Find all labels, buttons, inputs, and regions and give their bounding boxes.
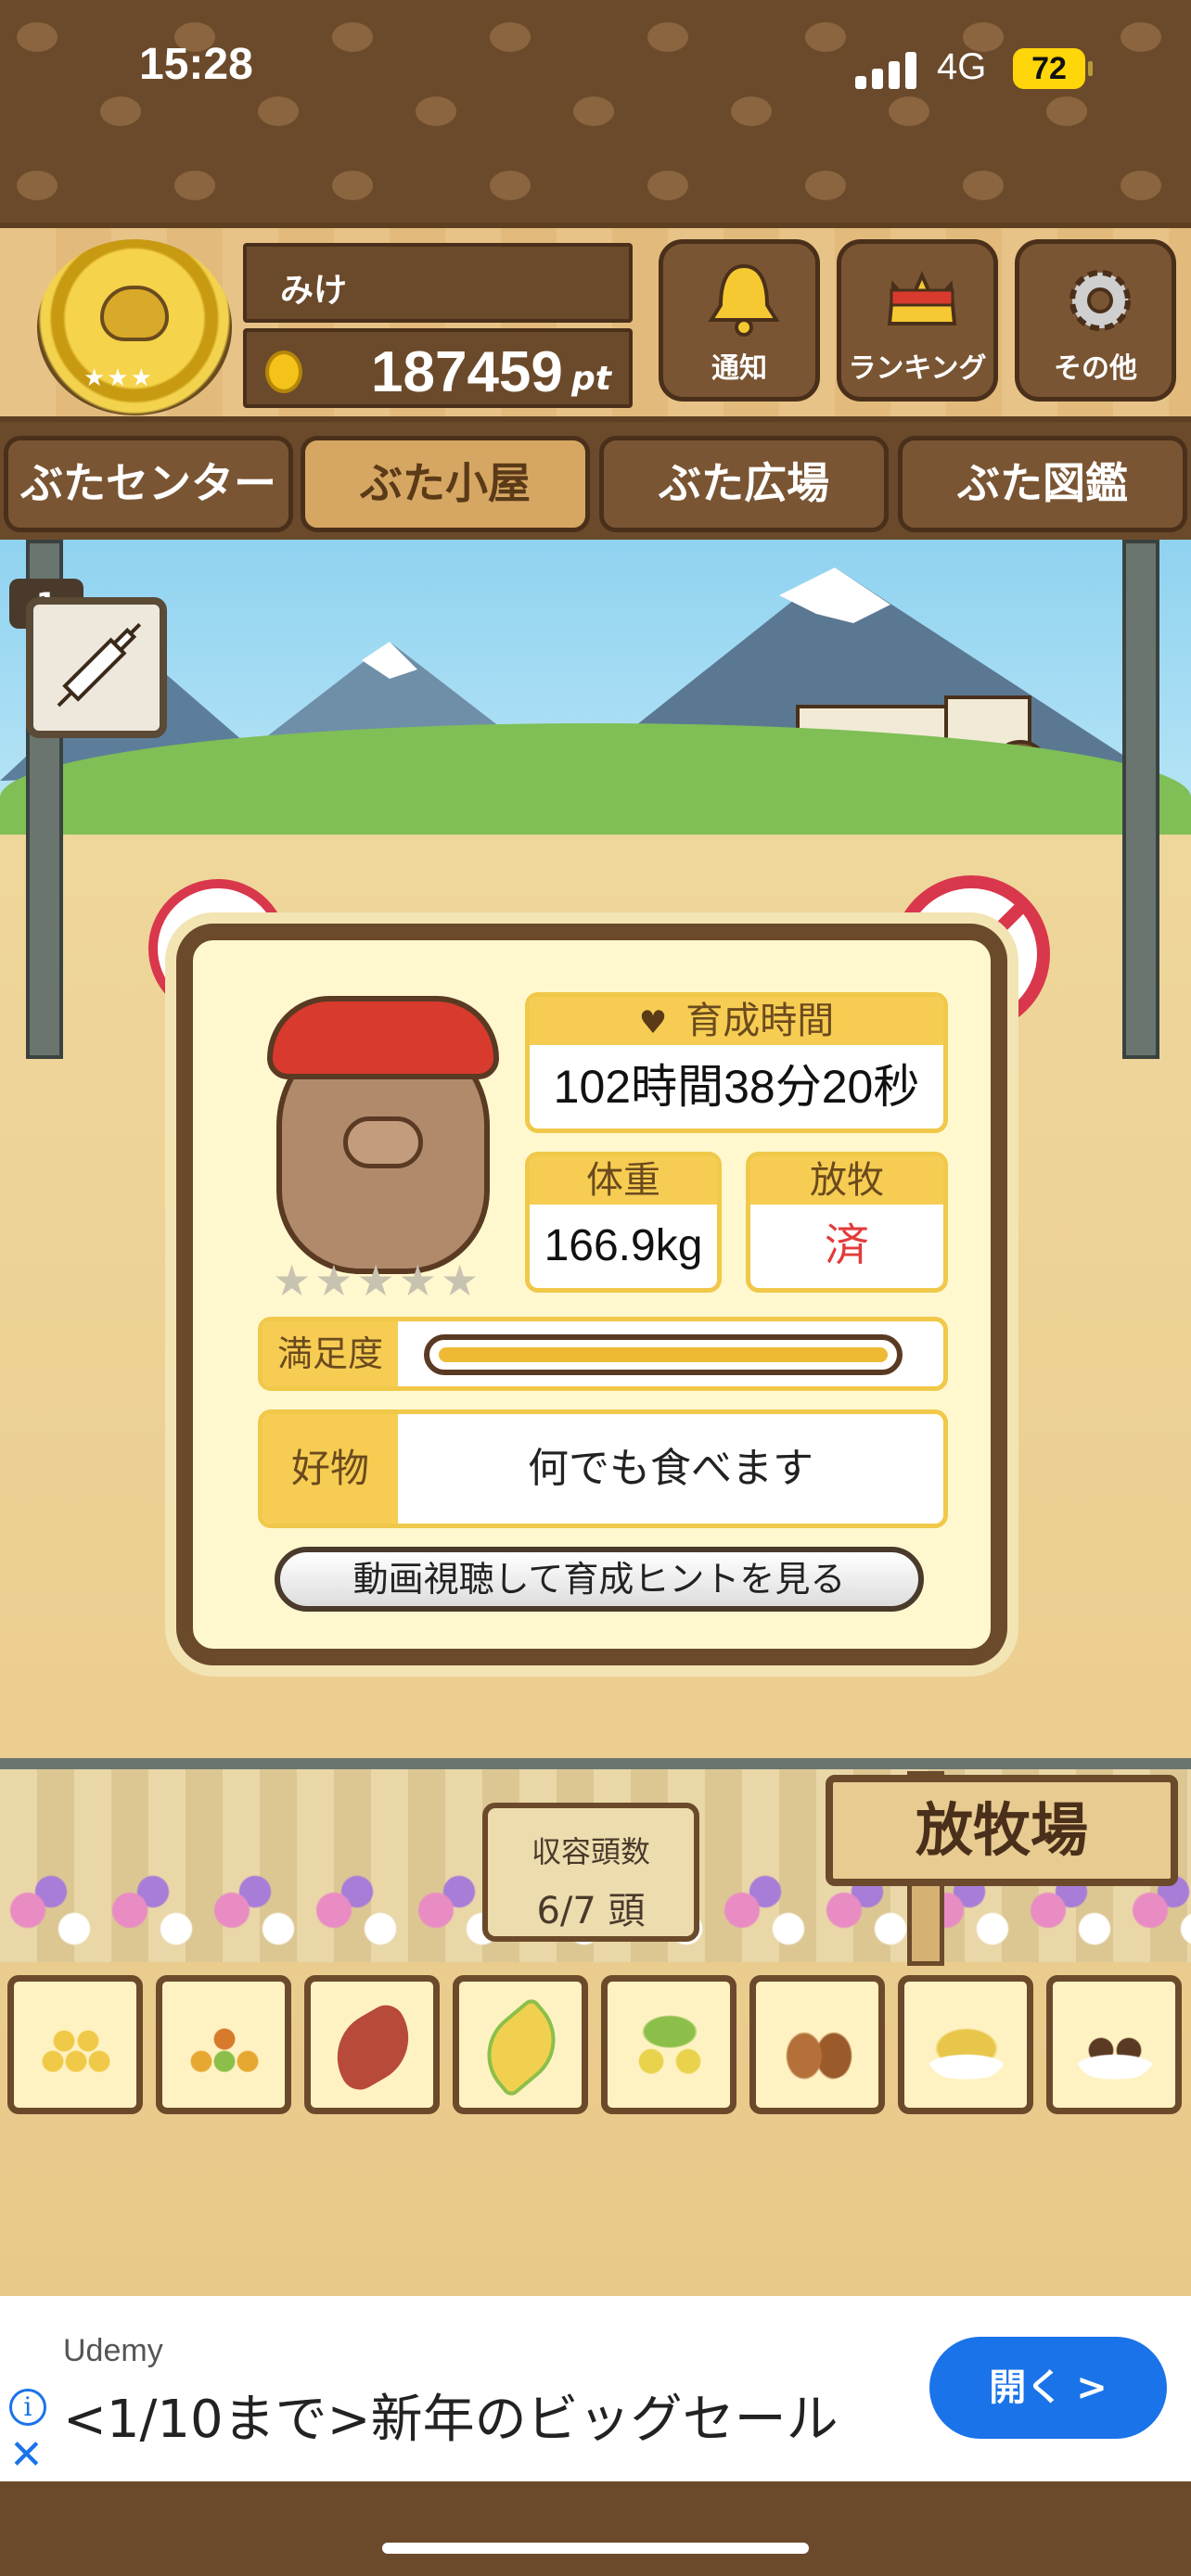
grazing-value: 済 — [824, 1221, 869, 1270]
tab-buta-encyclopedia[interactable]: ぶた図鑑 — [898, 436, 1187, 532]
tab-buta-hut[interactable]: ぶた小屋 — [301, 436, 590, 532]
food-sweet-potato-button[interactable] — [304, 1975, 440, 2114]
satisfaction-bar — [424, 1334, 903, 1375]
points-unit: pt — [571, 360, 611, 398]
network-type: 4G — [937, 46, 987, 87]
food-acorns-button[interactable] — [749, 1975, 885, 2114]
syringe-icon — [57, 622, 142, 708]
notification-button[interactable]: 通知 — [659, 239, 820, 402]
header-bar: ★★★ みけ 187459 pt 通知 ランキング その他 — [0, 223, 1191, 422]
crown-icon — [887, 270, 957, 325]
gear-icon — [1069, 270, 1131, 331]
mixed-beans-icon — [183, 2015, 266, 2080]
heart-icon: ♥ — [638, 1004, 668, 1041]
signal-icon — [855, 52, 920, 89]
food-grapes-button[interactable] — [601, 1975, 736, 2114]
status-time: 15:28 — [139, 40, 253, 89]
ad-text: <1/10まで>新年のビッグセール — [63, 2390, 839, 2450]
corn-icon — [468, 1996, 574, 2099]
battery-icon: 72 — [1013, 48, 1093, 89]
watch-video-hint-button[interactable]: 動画視聴して育成ヒントを見る — [275, 1547, 924, 1612]
ranking-button[interactable]: ランキング — [837, 239, 998, 402]
sweet-potato-icon — [320, 1998, 426, 2097]
user-name: みけ — [280, 272, 348, 310]
settings-label: その他 — [1054, 352, 1137, 385]
tab-buta-plaza[interactable]: ぶた広場 — [599, 436, 889, 532]
syringe-item-button[interactable] — [26, 597, 167, 738]
satisfaction-bar-fill — [439, 1347, 888, 1362]
growth-time-value: 102時間38分20秒 — [553, 1061, 920, 1113]
capacity-value: 6/7 頭 — [536, 1890, 646, 1932]
home-indicator[interactable] — [382, 2543, 809, 2554]
chocolate-plate-icon — [1073, 2015, 1157, 2080]
main-tabs: ぶたセンター ぶた小屋 ぶた広場 ぶた図鑑 — [0, 428, 1191, 540]
ad-open-button[interactable]: 開く > — [929, 2337, 1167, 2439]
capacity-sign: 収容頭数 6/7 頭 — [482, 1803, 699, 1942]
notification-label: 通知 — [711, 352, 767, 385]
beans-icon — [34, 2015, 118, 2080]
food-chocolate-plate-button[interactable] — [1046, 1975, 1182, 2114]
acorns-icon — [776, 2015, 860, 2080]
coin-icon — [265, 351, 302, 393]
rating-stars: ★★★★★ — [273, 1256, 483, 1306]
settings-button[interactable]: その他 — [1015, 239, 1176, 402]
status-bar: 15:28 4G 72 — [0, 0, 1191, 139]
pasture-sign-button[interactable]: 放牧場 — [826, 1775, 1178, 1886]
points-value: 187459 — [371, 340, 563, 404]
tab-buta-center[interactable]: ぶたセンター — [4, 436, 293, 532]
ad-brand: Udemy — [63, 2333, 163, 2368]
food-soybean-plate-button[interactable] — [898, 1975, 1033, 2114]
capacity-label: 収容頭数 — [531, 1834, 650, 1869]
favorite-value: 何でも食べます — [528, 1445, 813, 1492]
food-corn-button[interactable] — [453, 1975, 588, 2114]
red-hat-icon — [267, 996, 499, 1079]
info-icon[interactable]: i — [9, 2389, 46, 2426]
weight-label: 体重 — [530, 1156, 717, 1205]
growth-time-stat: ♥ 育成時間 102時間38分20秒 — [525, 992, 948, 1133]
close-icon[interactable]: ✕ — [9, 2431, 44, 2479]
food-mixed-beans-button[interactable] — [156, 1975, 291, 2114]
satisfaction-row: 満足度 — [258, 1317, 948, 1391]
rank-medal-icon[interactable]: ★★★ — [37, 239, 232, 415]
ad-banner[interactable]: i ✕ Udemy <1/10まで>新年のビッグセール 開く > — [0, 2296, 1191, 2481]
fence-post-right — [1122, 540, 1159, 1059]
bell-icon — [708, 263, 780, 337]
pig-avatar[interactable] — [267, 996, 499, 1274]
growth-time-label: 育成時間 — [685, 1000, 835, 1042]
ranking-label: ランキング — [848, 352, 987, 385]
favorite-label: 好物 — [263, 1414, 398, 1524]
food-tray — [0, 1964, 1191, 2122]
favorite-food-row: 好物 何でも食べます — [258, 1409, 948, 1528]
bottom-pattern — [0, 2481, 1191, 2576]
points-panel: 187459 pt — [243, 328, 633, 408]
soybean-plate-icon — [925, 2015, 1008, 2080]
user-name-panel: みけ — [243, 243, 633, 323]
grapes-icon — [628, 2015, 711, 2080]
weight-stat: 体重 166.9kg — [525, 1152, 722, 1293]
weight-value: 166.9kg — [544, 1221, 703, 1270]
food-beans-button[interactable] — [7, 1975, 143, 2114]
grazing-stat: 放牧 済 — [746, 1152, 948, 1293]
grazing-label: 放牧 — [750, 1156, 943, 1205]
satisfaction-label: 満足度 — [263, 1321, 398, 1386]
pig-info-card: ★★★★★ ♥ 育成時間 102時間38分20秒 体重 166.9kg 放牧 済 … — [176, 924, 1007, 1665]
